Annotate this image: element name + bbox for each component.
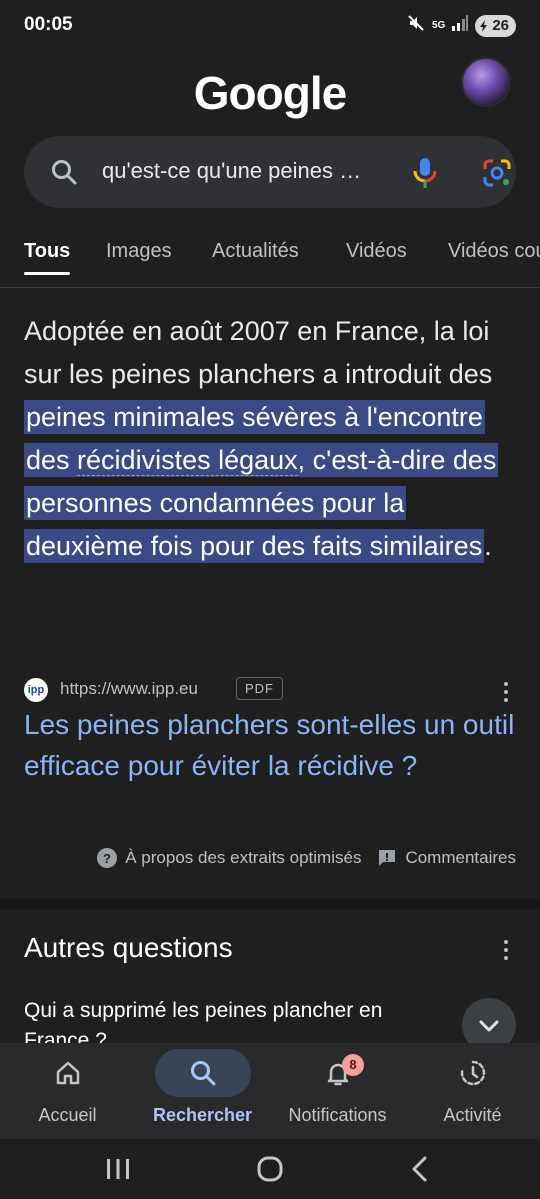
source-url[interactable]: https://www.ipp.eu [60,679,198,699]
status-icons: 5G 26 [406,13,516,38]
site-favicon: ipp [24,678,48,702]
more-options-icon[interactable] [496,680,516,704]
about-snippets-label: À propos des extraits optimisés [125,848,362,867]
tab-images[interactable]: Images [106,240,172,263]
feedback-label: Commentaires [405,848,516,867]
source-row[interactable]: ipp https://www.ipp.eu PDF [24,676,516,704]
google-lens-icon[interactable] [482,158,512,193]
featured-snippet-text: Adoptée en août 2007 en France, la loi s… [24,310,516,568]
feedback-icon [379,850,396,866]
nav-activite[interactable]: Activité [405,1043,540,1139]
search-box[interactable] [24,136,516,208]
snippet-text-before: Adoptée en août 2007 en France, la loi s… [24,316,493,389]
snippet-footer: ? À propos des extraits optimisés Commen… [97,848,516,868]
back-icon [412,1156,427,1182]
recent-apps-button[interactable] [100,1151,136,1187]
nav-label: Activité [443,1105,502,1125]
other-questions-title: Autres questions [24,932,233,963]
nav-label: Accueil [38,1105,97,1125]
signal-icon [451,14,469,37]
avatar[interactable] [461,57,511,107]
snippet-text-after: . [484,531,492,561]
nav-label: Rechercher [152,1105,253,1125]
nav-label: Notifications [288,1105,387,1125]
home-button[interactable] [252,1151,288,1187]
divider [0,287,540,288]
search-icon [190,1061,215,1086]
notification-badge: 8 [342,1054,364,1076]
search-tabs: Tous Images Actualités Vidéos Vidéos cou… [0,234,540,284]
feedback-link[interactable]: Commentaires [377,848,516,868]
active-tab-indicator [24,272,70,275]
status-time: 00:05 [24,14,73,35]
history-icon [460,1060,485,1086]
other-questions-more-icon[interactable] [496,938,516,962]
result-title-link[interactable]: Les peines planchers sont-elles un outil… [24,704,516,786]
network-label: 5G [431,19,446,31]
help-icon: ? [97,848,118,868]
recent-apps-icon [107,1159,129,1179]
home-circle-icon [257,1156,283,1182]
snippet-highlight: peines minimales sévères à l'encontre de… [24,400,499,563]
about-snippets-link[interactable]: ? À propos des extraits optimisés [97,848,361,868]
bottom-navigation: Accueil Rechercher 8 Notifications Activ… [0,1043,540,1139]
snippet-underlined-term[interactable]: récidivistes légaux [77,445,298,476]
google-logo[interactable]: Google [0,66,540,120]
tab-tous[interactable]: Tous [24,240,70,263]
charging-icon [480,19,488,32]
nav-notifications[interactable]: 8 Notifications [270,1043,405,1139]
search-icon [50,158,78,191]
back-button[interactable] [402,1151,438,1187]
battery-level: 26 [492,17,509,34]
nav-accueil[interactable]: Accueil [0,1043,135,1139]
system-navigation-bar [0,1139,540,1199]
home-icon [56,1061,79,1085]
nav-rechercher[interactable]: Rechercher [135,1043,270,1139]
status-bar: 00:05 5G 26 [0,0,540,52]
tab-actualites[interactable]: Actualités [212,240,299,263]
svg-text:?: ? [103,851,111,866]
battery-indicator: 26 [475,14,516,37]
file-type-badge: PDF [236,677,283,700]
search-input[interactable] [102,158,372,184]
mute-icon [406,13,426,38]
section-separator [0,898,540,910]
microphone-icon[interactable] [412,156,438,195]
tab-videos-courtes[interactable]: Vidéos courtes [448,240,540,263]
tab-videos[interactable]: Vidéos [346,240,407,263]
